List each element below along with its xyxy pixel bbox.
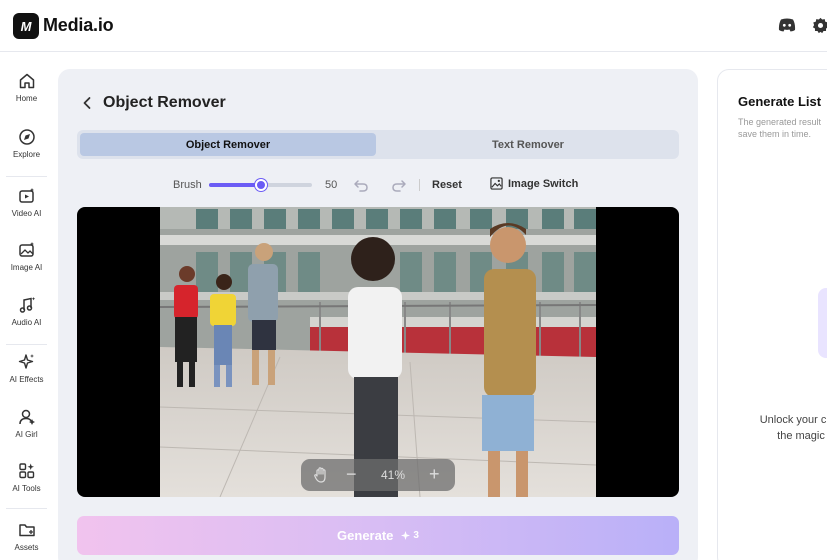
discord-icon[interactable] [777,15,797,35]
sidebar-item-label: Home [15,94,38,103]
brush-size-value: 50 [325,179,338,191]
brush-size-slider[interactable] [209,179,312,191]
page-title: Object Remover [103,94,226,111]
unlock-line: Unlock your crea [759,414,827,426]
folder-icon [18,524,35,537]
sidebar-item-label: Video AI [11,209,42,218]
sidebar-item-label: AI Girl [15,430,38,439]
brush-slider-fill [209,183,261,187]
generate-button[interactable]: Generate 3 [77,516,679,555]
sidebar-divider [6,344,47,345]
sidebar-item-home[interactable]: Home [0,72,53,122]
generate-list-title: Generate List [738,94,822,109]
redo-icon[interactable] [391,177,407,193]
description-line: The generated result [738,117,822,127]
generate-label: Generate [337,528,394,543]
sidebar-item-ai-effects[interactable]: AI Effects [0,353,53,403]
zoom-controls: − 41% + [301,459,455,491]
image-switch-icon [490,177,503,190]
video-ai-icon [18,188,34,203]
toolbar-divider [419,179,420,191]
gear-icon[interactable] [810,15,827,35]
sidebar-item-explore[interactable]: Explore [0,128,53,178]
undo-icon[interactable] [353,177,369,193]
reset-button[interactable]: Reset [432,179,462,191]
back-arrow-icon[interactable] [79,95,95,111]
mode-tabs: Object Remover Text Remover [77,130,679,159]
credit-cost-value: 3 [413,530,419,541]
app-name[interactable]: Media.io [43,15,114,36]
home-icon [19,73,34,89]
sidebar-item-audio-ai[interactable]: Audio AI [0,296,53,346]
image-ai-icon [18,242,34,257]
sidebar-item-assets[interactable]: Assets [0,521,53,560]
sidebar-divider [6,508,47,509]
audio-ai-icon [19,297,35,313]
sparkle-icon [18,354,34,369]
brush-label: Brush [173,179,202,191]
sidebar: Home Explore Video AI Image AI Audio AI … [0,52,53,560]
empty-state-illustration [818,288,827,358]
image-switch-label: Image Switch [508,177,579,190]
compass-icon [18,129,35,145]
sidebar-item-label: Image AI [10,263,43,272]
sidebar-item-label: Assets [14,543,39,552]
description-line: save them in time. [738,129,812,139]
credit-sparkle-icon [401,531,411,540]
unlock-message: Unlock your crea the magic [741,412,827,444]
generate-list-description: The generated result save them in time. [738,116,827,140]
hand-pan-icon[interactable] [313,466,330,484]
sidebar-item-ai-tools[interactable]: AI Tools [0,462,53,512]
brush-slider-handle[interactable] [254,179,267,191]
tools-grid-icon [18,463,34,479]
image-canvas[interactable] [77,207,679,497]
sidebar-item-video-ai[interactable]: Video AI [0,187,53,237]
image-switch-button[interactable]: Image Switch [490,177,578,190]
sidebar-item-label: Audio AI [11,318,42,327]
sidebar-item-ai-girl[interactable]: AI Girl [0,408,53,458]
zoom-in-button[interactable]: + [429,464,440,485]
sidebar-item-label: Explore [12,150,41,159]
zoom-level: 41% [381,468,406,482]
zoom-out-button[interactable]: − [346,464,357,485]
unlock-line: the magic [777,430,825,442]
sidebar-item-label: AI Tools [12,484,41,493]
app-logo-icon[interactable]: M [13,13,39,39]
sidebar-divider [6,176,47,177]
sidebar-item-label: AI Effects [9,375,44,384]
generate-list-panel: Generate List The generated result save … [717,69,827,560]
top-bar: M Media.io [0,0,827,52]
tab-text-remover[interactable]: Text Remover [380,133,676,156]
ai-girl-icon [18,409,35,425]
credit-cost: 3 [401,530,419,541]
tab-object-remover[interactable]: Object Remover [80,133,376,156]
uploaded-photo [160,207,596,497]
sidebar-item-image-ai[interactable]: Image AI [0,241,53,291]
